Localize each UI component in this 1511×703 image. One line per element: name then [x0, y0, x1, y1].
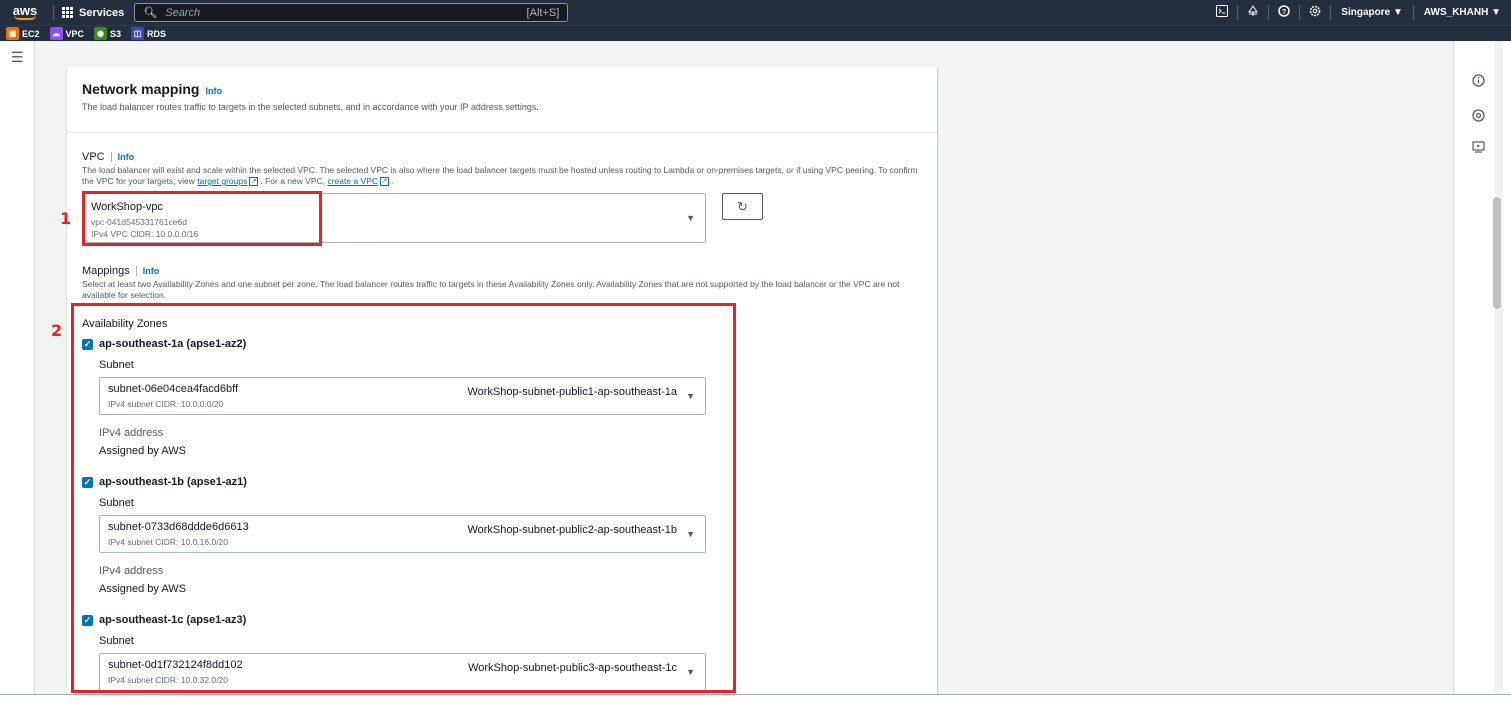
panel-header: Network mapping Info The load balancer r… — [67, 67, 937, 133]
label-divider — [135, 266, 137, 276]
services-label: Services — [79, 6, 125, 19]
external-link-icon: ↗ — [380, 177, 390, 187]
feedback-icon[interactable] — [1470, 139, 1486, 155]
vpc-desc-text-3: . — [391, 176, 394, 186]
ec2-icon: ▣ — [6, 27, 19, 40]
s3-icon: ◉ — [94, 27, 108, 40]
network-mapping-panel: Network mapping Info The load balancer r… — [67, 67, 937, 694]
mappings-label-text: Mappings — [82, 265, 130, 277]
hamburger-menu-icon[interactable]: ☰ — [11, 49, 24, 66]
vpc-info-link[interactable]: Info — [118, 152, 135, 162]
help-icon[interactable]: ? — [1269, 5, 1299, 20]
cloudshell-icon[interactable] — [1207, 5, 1237, 20]
annotation-number: 1 — [60, 209, 72, 228]
scrollbar-track[interactable] — [1495, 41, 1503, 694]
info-link[interactable]: Info — [205, 86, 222, 96]
panel-description: The load balancer routes traffic to targ… — [82, 102, 539, 112]
vpc-label-text: VPC — [82, 151, 105, 163]
left-rail: ☰ — [0, 41, 35, 694]
bell-icon[interactable] — [1238, 5, 1268, 20]
mappings-info-link[interactable]: Info — [143, 266, 160, 276]
scrollbar-thumb[interactable] — [1493, 197, 1501, 309]
vpc-section: VPC Info The load balancer will exist an… — [82, 151, 927, 187]
svg-text:?: ? — [1282, 9, 1286, 16]
create-vpc-link[interactable]: create a VPC — [327, 176, 378, 186]
favorite-label: S3 — [110, 28, 122, 39]
label-divider — [110, 152, 112, 162]
vpc-icon: ☁ — [49, 27, 63, 40]
favorite-vpc[interactable]: ☁ VPC — [49, 27, 85, 40]
account-menu[interactable]: AWS_KHANH ▼ — [1414, 7, 1511, 18]
external-link-icon: ↗ — [249, 177, 259, 187]
right-rail — [1453, 41, 1511, 694]
annotation-number: 2 — [51, 321, 63, 340]
recorder-icon[interactable] — [1470, 107, 1486, 123]
main-content: Network mapping Info The load balancer r… — [35, 41, 1453, 694]
annotation-box-vpc — [82, 191, 322, 246]
nav-right-group: ? Singapore ▼ AWS_KHANH ▼ — [1207, 0, 1511, 25]
refresh-icon: ↻ — [737, 198, 748, 214]
vpc-description: The load balancer will exist and scale w… — [82, 165, 927, 187]
bottom-bar — [0, 694, 1511, 703]
caret-down-icon: ▼ — [686, 213, 695, 223]
favorite-s3[interactable]: ◉ S3 — [94, 27, 121, 40]
vpc-desc-text-2: . For a new VPC, — [260, 176, 328, 186]
search-placeholder: Search — [165, 6, 201, 19]
favorite-rds[interactable]: ◫ RDS — [131, 27, 166, 40]
aws-smile-icon — [14, 15, 36, 20]
favorite-label: VPC — [65, 28, 85, 39]
panel-title-text: Network mapping — [82, 81, 200, 97]
favorite-label: RDS — [147, 28, 167, 39]
mappings-description: Select at least two Availability Zones a… — [82, 279, 900, 300]
aws-logo[interactable]: aws — [5, 0, 45, 25]
search-input[interactable]: 🔍︎ Search [Alt+S] — [134, 3, 569, 22]
panel-title: Network mapping Info — [82, 81, 922, 97]
region-selector[interactable]: Singapore ▼ — [1331, 7, 1413, 18]
mappings-section: Mappings Info Select at least two Availa… — [82, 265, 932, 301]
favorite-ec2[interactable]: ▣ EC2 — [6, 27, 40, 40]
search-shortcut: [Alt+S] — [526, 6, 560, 19]
grid-icon — [62, 7, 73, 18]
refresh-button[interactable]: ↻ — [722, 193, 763, 220]
favorite-label: EC2 — [22, 28, 40, 39]
services-menu-button[interactable]: Services — [62, 7, 124, 19]
target-groups-link[interactable]: target groups — [197, 176, 247, 186]
info-panel-icon[interactable] — [1470, 72, 1486, 88]
favorites-bar: ▣ EC2 ☁ VPC ◉ S3 ◫ RDS — [0, 25, 1511, 41]
top-navigation: aws Services 🔍︎ Search [Alt+S] ? Singapo… — [0, 0, 1511, 25]
search-icon: 🔍︎ — [143, 7, 158, 19]
mappings-label: Mappings Info — [82, 265, 932, 277]
nav-divider — [53, 5, 54, 20]
vpc-label: VPC Info — [82, 151, 927, 163]
settings-icon[interactable] — [1300, 5, 1330, 20]
rds-icon: ◫ — [131, 27, 145, 40]
annotation-box-mappings — [71, 303, 736, 693]
